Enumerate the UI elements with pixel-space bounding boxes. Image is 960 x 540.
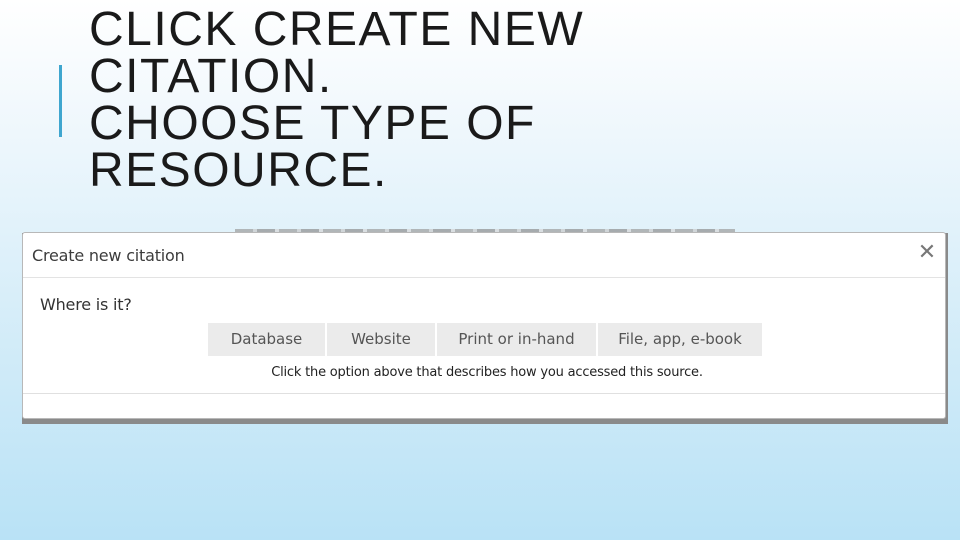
slide-title-line: CLICK CREATE NEW bbox=[89, 3, 585, 56]
close-icon[interactable]: ✕ bbox=[917, 242, 937, 264]
option-file-app-ebook-button[interactable]: File, app, e-book bbox=[598, 323, 762, 356]
slide-title-line: RESOURCE. bbox=[89, 144, 388, 197]
source-type-options: Database Website Print or in-hand File, … bbox=[208, 323, 762, 356]
option-hint-label: Click the option above that describes ho… bbox=[271, 365, 703, 380]
option-print-button[interactable]: Print or in-hand bbox=[437, 323, 598, 356]
dialog-header: Create new citation ✕ bbox=[23, 233, 945, 278]
create-citation-dialog: Create new citation ✕ Where is it? Datab… bbox=[22, 232, 946, 419]
slide-title-line: CHOOSE TYPE OF bbox=[89, 97, 536, 150]
dialog-footer-divider bbox=[23, 393, 945, 394]
option-hint-text: Click the option above that describes ho… bbox=[23, 365, 947, 380]
slide-title: CLICK CREATE NEW CITATION. CHOOSE TYPE O… bbox=[89, 3, 709, 197]
option-database-button[interactable]: Database bbox=[208, 323, 327, 356]
slide-accent-bar bbox=[59, 65, 62, 137]
slide-title-line: CITATION. bbox=[89, 50, 333, 103]
dialog-title: Create new citation bbox=[32, 246, 185, 265]
option-website-button[interactable]: Website bbox=[327, 323, 437, 356]
source-location-question: Where is it? bbox=[40, 295, 132, 314]
